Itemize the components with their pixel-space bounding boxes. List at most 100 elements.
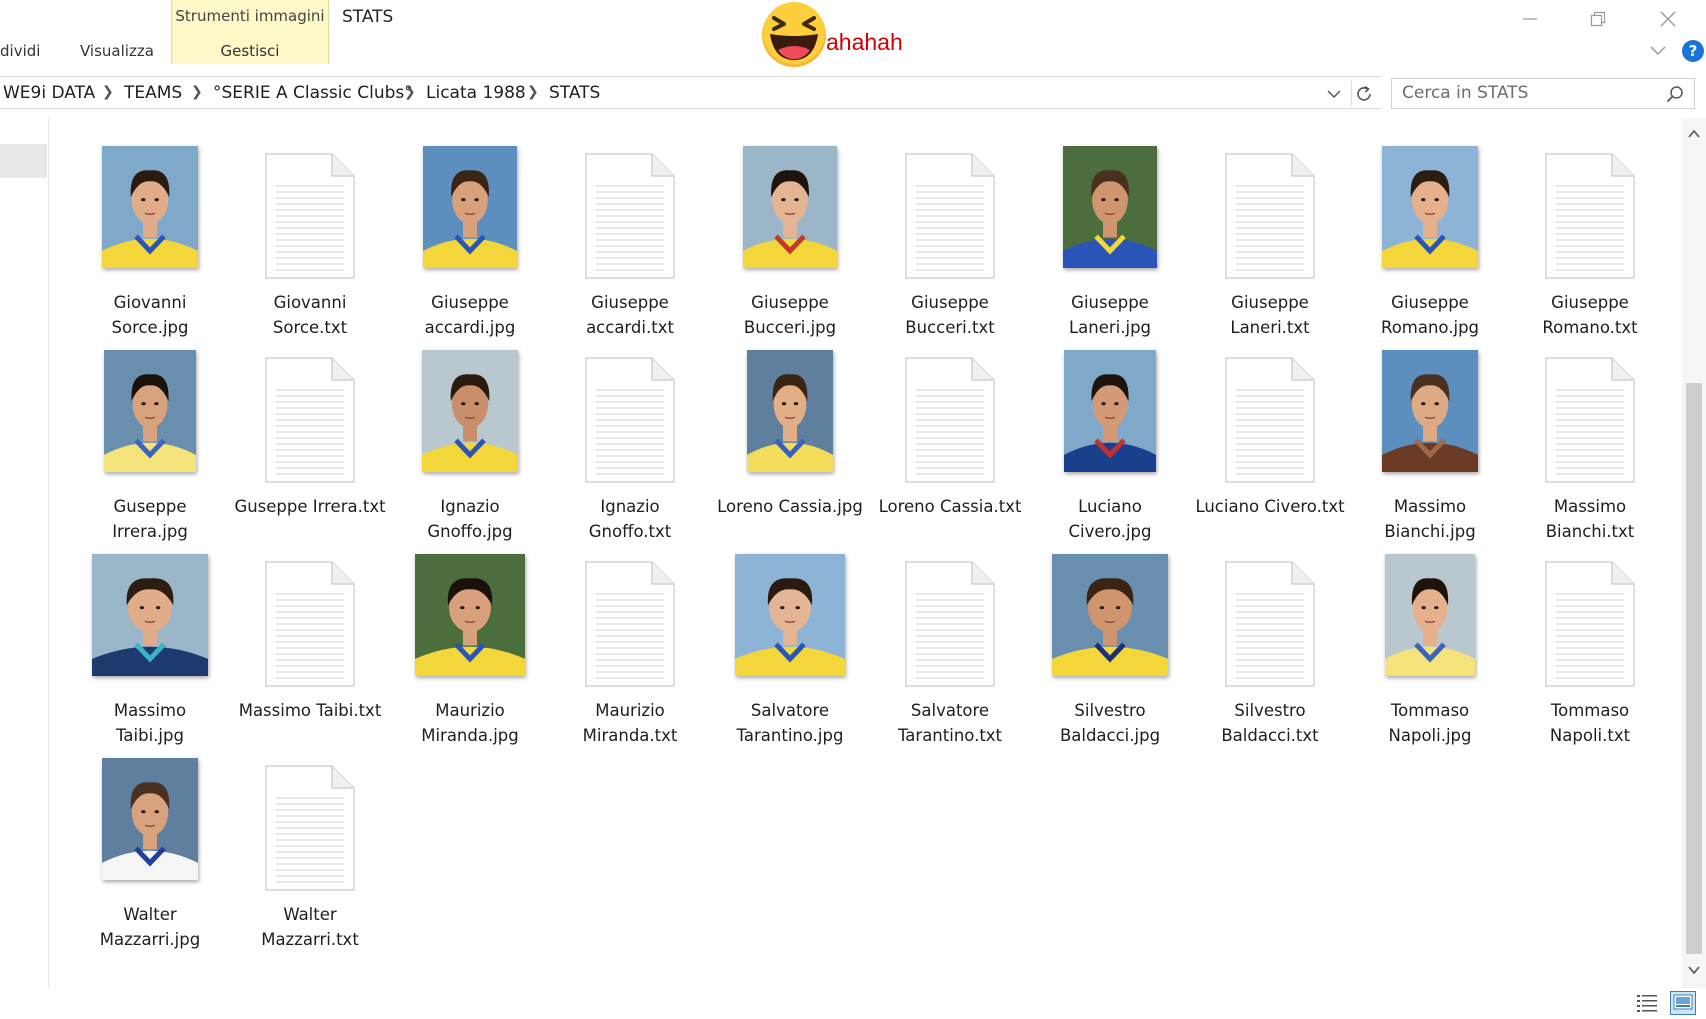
chevron-right-icon[interactable]: ❯ bbox=[404, 84, 416, 100]
image-file-item[interactable]: Giuseppe Laneri.jpg bbox=[1030, 118, 1190, 337]
breadcrumb-teams[interactable]: TEAMS bbox=[124, 83, 182, 103]
navigation-pane[interactable] bbox=[0, 118, 49, 988]
image-file-item[interactable]: Giuseppe Romano.jpg bbox=[1350, 118, 1510, 337]
text-file-item[interactable]: Guseppe Irrera.txt bbox=[230, 322, 390, 526]
text-file-item[interactable]: Giuseppe Romano.txt bbox=[1510, 118, 1670, 337]
text-file-item[interactable]: Giuseppe Laneri.txt bbox=[1190, 118, 1350, 337]
file-name-line-2: Tarantino.txt bbox=[897, 726, 1003, 745]
file-grid[interactable]: Giovanni Sorce.jpg Giovanni Sorce.txt Gius… bbox=[50, 118, 1680, 988]
breadcrumb-we9i-data[interactable]: WE9i DATA bbox=[3, 83, 95, 103]
search-icon[interactable] bbox=[1666, 85, 1684, 103]
divider bbox=[1351, 81, 1352, 106]
image-file-item[interactable]: Ignazio Gnoffo.jpg bbox=[390, 322, 550, 541]
image-file-item[interactable]: Guseppe Irrera.jpg bbox=[70, 322, 230, 541]
vertical-scrollbar[interactable] bbox=[1682, 118, 1706, 988]
chevron-right-icon[interactable]: ❯ bbox=[191, 84, 203, 100]
text-file-icon bbox=[1545, 561, 1635, 687]
image-file-item[interactable]: Giovanni Sorce.jpg bbox=[70, 118, 230, 337]
minimize-button[interactable] bbox=[1500, 2, 1560, 36]
image-file-item[interactable]: Massimo Taibi.jpg bbox=[70, 526, 230, 745]
text-file-icon bbox=[1225, 153, 1315, 279]
file-name-line-1: Walter bbox=[123, 905, 177, 924]
file-name-line-1: Tommaso bbox=[1390, 701, 1470, 720]
address-dropdown-button[interactable] bbox=[1326, 86, 1342, 102]
help-button[interactable]: ? bbox=[1682, 40, 1704, 62]
file-name-line-1: Salvatore bbox=[750, 701, 830, 720]
text-file-icon bbox=[265, 153, 355, 279]
file-name-line-1: Giuseppe bbox=[1391, 293, 1469, 312]
refresh-button[interactable] bbox=[1353, 83, 1377, 105]
text-file-icon bbox=[585, 357, 675, 483]
search-box[interactable] bbox=[1391, 78, 1695, 109]
text-file-item[interactable]: Giovanni Sorce.txt bbox=[230, 118, 390, 337]
text-file-icon bbox=[1545, 153, 1635, 279]
file-name-line-1: Giuseppe bbox=[1071, 293, 1149, 312]
file-name-line-1: Massimo bbox=[1553, 497, 1627, 516]
text-file-item[interactable]: Walter Mazzarri.txt bbox=[230, 730, 390, 949]
restore-button[interactable] bbox=[1568, 2, 1628, 36]
text-file-item[interactable]: Ignazio Gnoffo.txt bbox=[550, 322, 710, 541]
text-file-item[interactable]: Maurizio Miranda.txt bbox=[550, 526, 710, 745]
image-file-item[interactable]: Salvatore Tarantino.jpg bbox=[710, 526, 870, 745]
text-file-item[interactable]: Silvestro Baldacci.txt bbox=[1190, 526, 1350, 745]
context-title: Strumenti immagini bbox=[175, 7, 325, 25]
breadcrumb-stats[interactable]: STATS bbox=[549, 83, 600, 103]
file-name-line-2: Baldacci.txt bbox=[1221, 726, 1319, 745]
details-view-icon[interactable] bbox=[1636, 993, 1658, 1013]
image-thumbnail bbox=[92, 554, 208, 676]
file-name-line-2: Napoli.txt bbox=[1549, 726, 1631, 745]
tab-gestisci[interactable]: Gestisci bbox=[171, 42, 329, 60]
large-icons-view-button[interactable] bbox=[1670, 991, 1696, 1015]
image-thumbnail bbox=[1385, 554, 1475, 676]
close-icon bbox=[1660, 11, 1676, 27]
image-file-item[interactable]: Giuseppe accardi.jpg bbox=[390, 118, 550, 337]
file-name-label: Walter Mazzarri.jpg bbox=[70, 902, 230, 952]
chevron-right-icon[interactable]: ❯ bbox=[527, 84, 539, 100]
image-thumbnail bbox=[423, 146, 517, 268]
close-button[interactable] bbox=[1638, 2, 1698, 36]
file-name-line-1: Giovanni bbox=[273, 293, 347, 312]
file-name-line-1: Giuseppe bbox=[751, 293, 829, 312]
text-file-item[interactable]: Massimo Bianchi.txt bbox=[1510, 322, 1670, 541]
image-file-item[interactable]: Tommaso Napoli.jpg bbox=[1350, 526, 1510, 745]
text-file-item[interactable]: Tommaso Napoli.txt bbox=[1510, 526, 1670, 745]
tab-visualizza[interactable]: Visualizza bbox=[80, 42, 154, 60]
image-thumbnail bbox=[422, 350, 518, 472]
tab-dividi[interactable]: dividi bbox=[0, 42, 40, 60]
text-file-item[interactable]: Loreno Cassia.txt bbox=[870, 322, 1030, 526]
image-thumbnail bbox=[1382, 350, 1478, 472]
text-file-icon bbox=[585, 153, 675, 279]
nav-selected-item[interactable] bbox=[0, 144, 47, 178]
image-thumbnail bbox=[1382, 146, 1478, 268]
file-name-line-1: Giuseppe bbox=[911, 293, 989, 312]
scrollbar-thumb[interactable] bbox=[1686, 383, 1702, 954]
text-file-item[interactable]: Giuseppe accardi.txt bbox=[550, 118, 710, 337]
text-file-item[interactable]: Giuseppe Bucceri.txt bbox=[870, 118, 1030, 337]
text-file-icon bbox=[265, 357, 355, 483]
scroll-down-icon[interactable] bbox=[1686, 962, 1702, 978]
image-file-item[interactable]: Silvestro Baldacci.jpg bbox=[1030, 526, 1190, 745]
image-thumbnail bbox=[102, 146, 198, 268]
image-file-item[interactable]: Maurizio Miranda.jpg bbox=[390, 526, 550, 745]
search-input[interactable] bbox=[1402, 83, 1652, 103]
image-file-item[interactable]: Luciano Civero.jpg bbox=[1030, 322, 1190, 541]
text-file-item[interactable]: Massimo Taibi.txt bbox=[230, 526, 390, 730]
text-file-item[interactable]: Salvatore Tarantino.txt bbox=[870, 526, 1030, 745]
image-file-item[interactable]: Giuseppe Bucceri.jpg bbox=[710, 118, 870, 337]
breadcrumb-serie-a[interactable]: °SERIE A Classic Clubs° bbox=[213, 83, 413, 103]
image-file-item[interactable]: Walter Mazzarri.jpg bbox=[70, 730, 230, 949]
file-name-line-1: Luciano bbox=[1078, 497, 1142, 516]
file-name-line-1: Maurizio bbox=[595, 701, 665, 720]
text-file-item[interactable]: Luciano Civero.txt bbox=[1190, 322, 1350, 526]
file-name-line-1: Ignazio bbox=[440, 497, 500, 516]
file-name-line-2: Miranda.jpg bbox=[421, 726, 519, 745]
scroll-up-icon[interactable] bbox=[1686, 126, 1702, 142]
image-file-item[interactable]: Massimo Bianchi.jpg bbox=[1350, 322, 1510, 541]
file-name-label: Walter Mazzarri.txt bbox=[230, 902, 390, 952]
chevron-down-icon bbox=[1327, 90, 1341, 99]
image-file-item[interactable]: Loreno Cassia.jpg bbox=[710, 322, 870, 526]
breadcrumb-licata[interactable]: Licata 1988 bbox=[426, 83, 526, 103]
chevron-right-icon[interactable]: ❯ bbox=[102, 84, 114, 100]
collapse-ribbon-button[interactable] bbox=[1648, 40, 1668, 60]
address-bar[interactable]: WE9i DATA ❯ TEAMS ❯ °SERIE A Classic Clu… bbox=[0, 76, 1382, 109]
